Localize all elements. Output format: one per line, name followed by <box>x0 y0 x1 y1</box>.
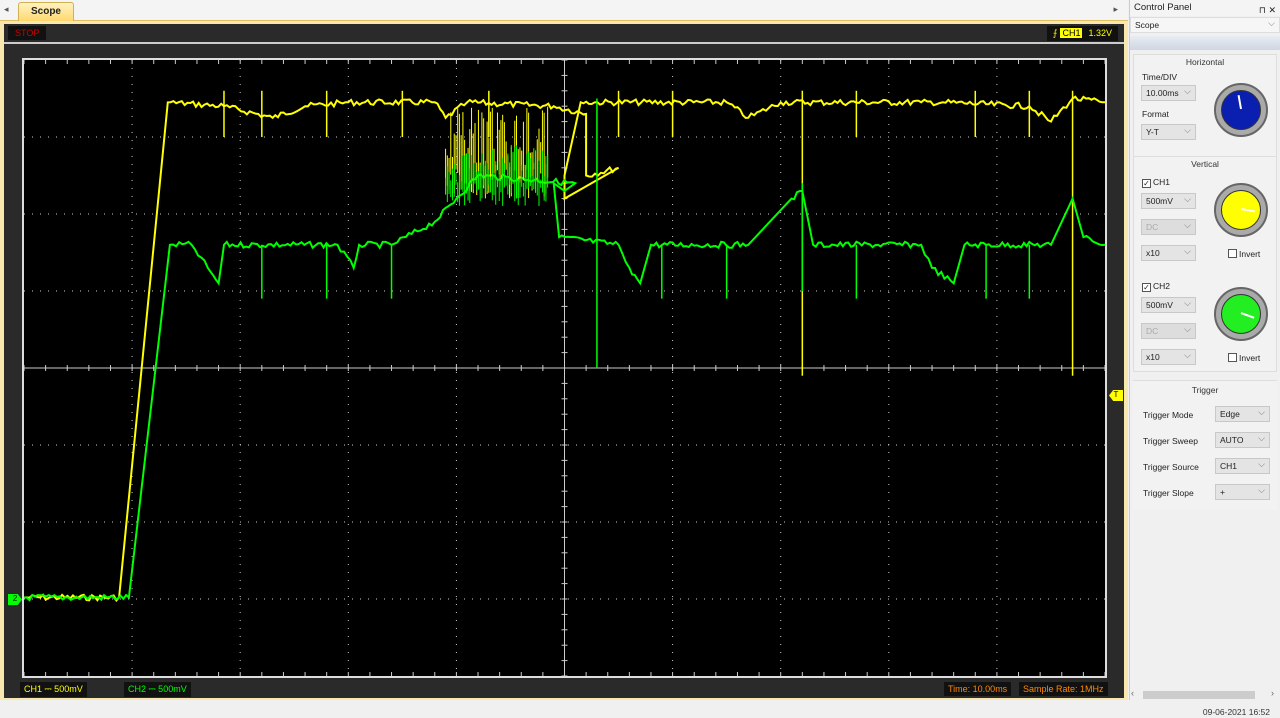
vertical-group: Vertical ✓CH1 500mV DC x10 Invert ✓CH2 5… <box>1133 156 1277 372</box>
time-div-knob[interactable] <box>1214 83 1268 137</box>
ch1-enable-checkbox[interactable]: ✓ CH1 <box>1142 177 1170 188</box>
rising-edge-icon: ⨍ <box>1052 28 1058 38</box>
ch2-coupling-select: DC <box>1141 322 1196 339</box>
horizontal-title: Horizontal <box>1185 57 1225 67</box>
time-base: Time: 10.00ms <box>944 682 1012 696</box>
ch2-volts-select[interactable]: 500mV <box>1141 296 1196 313</box>
trigger-level: 1.32V <box>1088 28 1112 38</box>
ch2-invert-label: Invert <box>1239 353 1261 363</box>
control-panel: Control Panel ⊓ ✕ Scope Horizontal Time/… <box>1129 0 1280 700</box>
trigger-mode-select[interactable]: Edge <box>1215 405 1270 422</box>
panel-mode-select[interactable]: Scope <box>1130 16 1280 33</box>
trigger-title: Trigger <box>1191 385 1219 395</box>
ch1-offset-knob[interactable] <box>1214 183 1268 237</box>
trigger-info: ⨍ CH1 1.32V <box>1046 26 1118 41</box>
vertical-title: Vertical <box>1191 159 1219 169</box>
scope-header: STOP ⨍ CH1 1.32V <box>4 24 1124 44</box>
status-datetime: 09-06-2021 16:52 <box>1202 707 1270 717</box>
format-select[interactable]: Y-T <box>1141 123 1196 140</box>
ch2-enable-checkbox[interactable]: ✓ CH2 <box>1142 281 1170 292</box>
trigger-group: Trigger Trigger Mode Edge Trigger Sweep … <box>1133 380 1277 510</box>
ch2-label: CH2 <box>1153 281 1171 291</box>
trigger-slope-label: Trigger Slope <box>1143 488 1194 498</box>
waveform-plot[interactable] <box>22 58 1107 678</box>
waveform-canvas <box>23 59 1106 677</box>
scope-footer: CH1 ⎓ 500mV CH2 ⎓ 500mV Time: 10.00ms Sa… <box>4 680 1124 698</box>
tab-scope[interactable]: Scope <box>18 2 74 21</box>
ch1-invert-label: Invert <box>1239 249 1261 259</box>
ch2-scale: CH2 ⎓ 500mV <box>124 682 191 697</box>
ch1-probe-select[interactable]: x10 <box>1141 244 1196 261</box>
trigger-channel: CH1 <box>1060 28 1083 38</box>
ch2-offset-knob[interactable] <box>1214 287 1268 341</box>
ch1-coupling-select: DC <box>1141 218 1196 235</box>
ch1-volts-select[interactable]: 500mV <box>1141 192 1196 209</box>
trigger-source-label: Trigger Source <box>1143 462 1199 472</box>
ch2-invert-checkbox[interactable]: Invert <box>1228 353 1260 363</box>
horizontal-group: Horizontal Time/DIV 10.00ms Format Y-T <box>1133 54 1277 162</box>
trigger-slope-select[interactable]: + <box>1215 483 1270 500</box>
run-status-badge[interactable]: STOP <box>8 26 47 40</box>
ch1-label: CH1 <box>1153 177 1171 187</box>
trigger-sweep-select[interactable]: AUTO <box>1215 431 1270 448</box>
channel-2-marker[interactable]: 2 <box>8 594 22 605</box>
scope-display: STOP ⨍ CH1 1.32V 2 T CH1 ⎓ 500mV CH2 ⎓ 500… <box>4 24 1124 698</box>
control-panel-title-text: Control Panel <box>1134 2 1192 13</box>
ch2-probe-select[interactable]: x10 <box>1141 348 1196 365</box>
time-div-select[interactable]: 10.00ms <box>1141 84 1196 101</box>
control-panel-scrollbar[interactable]: ‹ › <box>1131 688 1278 700</box>
tab-bar: ◂ Scope ▸ <box>0 0 1128 21</box>
tab-scroll-right-icon[interactable]: ▸ <box>1113 4 1118 15</box>
scope-frame: STOP ⨍ CH1 1.32V 2 T CH1 ⎓ 500mV CH2 ⎓ 500… <box>0 21 1128 700</box>
trigger-sweep-label: Trigger Sweep <box>1143 436 1198 446</box>
ch1-scale: CH1 ⎓ 500mV <box>20 682 87 697</box>
pin-icon[interactable]: ⊓ <box>1259 5 1266 15</box>
trigger-level-marker[interactable]: T <box>1109 390 1123 401</box>
panel-separator <box>1130 36 1280 50</box>
trigger-source-select[interactable]: CH1 <box>1215 457 1270 474</box>
time-div-label: Time/DIV <box>1142 72 1178 82</box>
ch1-invert-checkbox[interactable]: Invert <box>1228 249 1260 259</box>
trigger-mode-label: Trigger Mode <box>1143 410 1194 420</box>
sample-rate: Sample Rate: 1MHz <box>1019 682 1108 696</box>
close-icon[interactable]: ✕ <box>1268 5 1276 15</box>
format-label: Format <box>1142 109 1169 119</box>
tab-scroll-left-icon[interactable]: ◂ <box>4 4 9 15</box>
control-panel-title: Control Panel ⊓ ✕ <box>1130 0 1280 16</box>
